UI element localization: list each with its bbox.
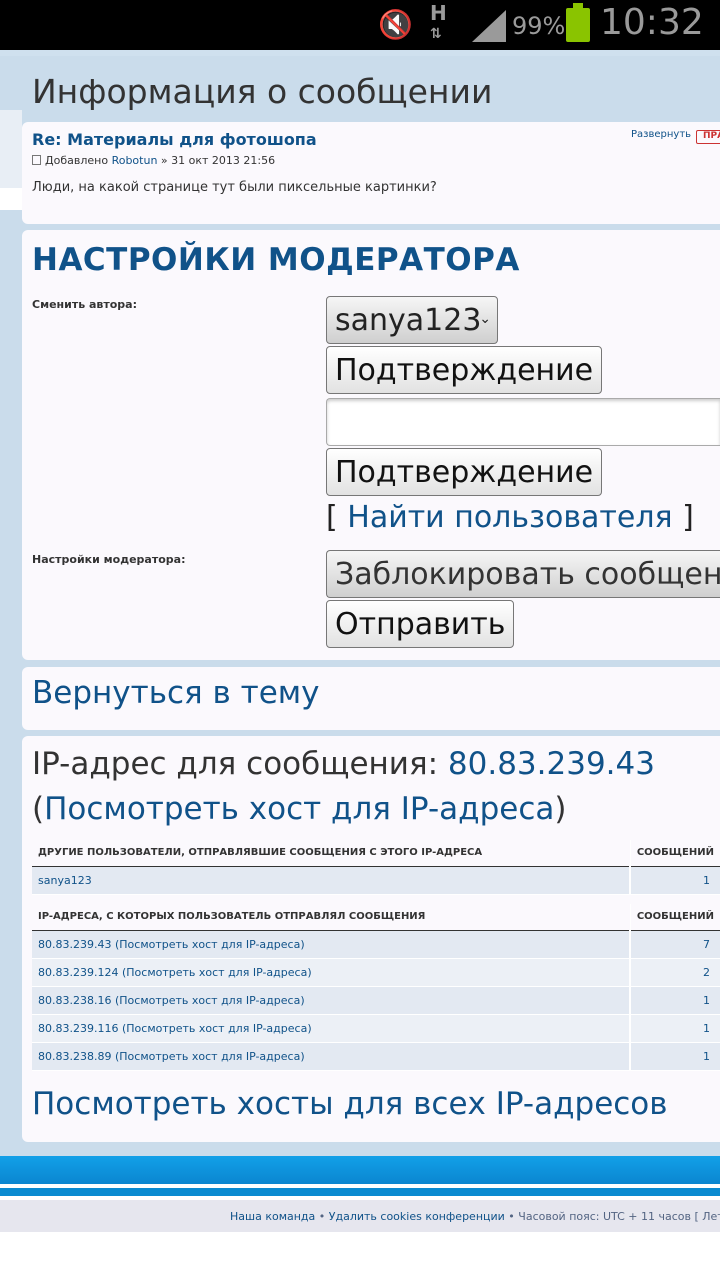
moderator-panel: НАСТРОЙКИ МОДЕРАТОРА Сменить автора: san… [22, 230, 720, 660]
clock: 10:32 [600, 2, 704, 43]
post-count: 1 [629, 986, 720, 1015]
ip-title: IP-адрес для сообщения: 80.83.239.43 (По… [32, 746, 655, 827]
battery-icon [566, 3, 590, 42]
table-row: 80.83.239.116 (Посмотреть хост для IP-ад… [32, 1014, 720, 1043]
expand-link[interactable]: Развернуть [631, 129, 691, 140]
delete-cookies-link[interactable]: Удалить cookies конференции [329, 1210, 505, 1223]
network-type-icon: H ⇅ [430, 1, 447, 42]
post-icon [32, 155, 41, 165]
post-date: » 31 окт 2013 21:56 [160, 154, 276, 167]
mute-icon: 🔇 [378, 8, 413, 41]
post-count: 1 [629, 866, 720, 895]
chevron-down-icon: ⌄ [479, 311, 491, 327]
page-title: Информация о сообщении [32, 72, 493, 111]
other-users-header: Другие пользователи, отправлявшие сообще… [32, 840, 631, 867]
table-row: 80.83.239.43 (Посмотреть хост для IP-адр… [32, 930, 720, 959]
ip-link[interactable]: 80.83.238.89 (Посмотреть хост для IP-адр… [32, 1042, 631, 1071]
submit-button[interactable]: Отправить [326, 600, 515, 648]
username-input[interactable] [326, 398, 720, 446]
post-count: 7 [629, 930, 720, 959]
signal-icon [472, 10, 506, 42]
moderator-heading: НАСТРОЙКИ МОДЕРАТОРА [32, 242, 520, 278]
table-row: 80.83.238.89 (Посмотреть хост для IP-адр… [32, 1042, 720, 1071]
added-label: Добавлено [45, 154, 109, 167]
mod-options-label: Настройки модератора: [32, 553, 186, 566]
post-count: 1 [629, 1042, 720, 1071]
user-link[interactable]: sanya123 [32, 866, 631, 895]
table-row: sanya123 1 [32, 866, 720, 895]
find-user: [ Найти пользователя ] [326, 500, 694, 535]
ip-list-header: IP-адреса, с которых пользователь отправ… [32, 904, 631, 931]
ip-link[interactable]: 80.83.239.116 (Посмотреть хост для IP-ад… [32, 1014, 631, 1043]
ip-link[interactable]: 80.83.239.124 (Посмотреть хост для IP-ад… [32, 958, 631, 987]
count-header: Сообщений [629, 840, 720, 867]
post-title-link[interactable]: Re: Материалы для фотошопа [32, 130, 317, 149]
author-select[interactable]: sanya123 ⌄ [326, 296, 498, 344]
author-link[interactable]: Robotun [112, 154, 158, 167]
post-body: Люди, на какой странице тут были пиксель… [32, 180, 437, 195]
team-link[interactable]: Наша команда [230, 1210, 315, 1223]
other-users-table: Другие пользователи, отправлявшие сообще… [32, 840, 720, 895]
post-meta: Добавлено Robotun » 31 окт 2013 21:56 [32, 154, 275, 167]
table-row: 80.83.238.16 (Посмотреть хост для IP-адр… [32, 986, 720, 1015]
change-author-label: Сменить автора: [32, 298, 138, 311]
confirm-username-button[interactable]: Подтверждение [326, 448, 603, 496]
mod-action-select[interactable]: Заблокировать сообщение [326, 550, 720, 598]
report-button[interactable]: ПРА [696, 130, 720, 144]
table-row: 80.83.239.124 (Посмотреть хост для IP-ад… [32, 958, 720, 987]
view-host-link[interactable]: Посмотреть хост для IP-адреса [44, 791, 554, 827]
ip-address-link[interactable]: 80.83.239.43 [448, 746, 655, 782]
count-header: Сообщений [629, 904, 720, 931]
footer-line [0, 1188, 720, 1196]
post-count: 2 [629, 958, 720, 987]
post-panel: Re: Материалы для фотошопа Развернуть ПР… [22, 122, 720, 224]
post-count: 1 [629, 1014, 720, 1043]
timezone-text: • Часовой пояс: UTC + 11 часов [ Летнее [508, 1210, 720, 1223]
side-strip-gap [0, 188, 22, 210]
status-bar: 🔇 H ⇅ 99% 10:32 [0, 0, 720, 50]
battery-percent: 99% [512, 12, 566, 40]
back-to-topic-link[interactable]: Вернуться в тему [32, 675, 320, 711]
ip-list-table: IP-адреса, с которых пользователь отправ… [32, 904, 720, 1071]
ip-link[interactable]: 80.83.239.43 (Посмотреть хост для IP-адр… [32, 930, 631, 959]
footer-navbar [0, 1156, 720, 1184]
back-panel: Вернуться в тему [22, 667, 720, 730]
ip-link[interactable]: 80.83.238.16 (Посмотреть хост для IP-адр… [32, 986, 631, 1015]
view-all-hosts-link[interactable]: Посмотреть хосты для всех IP-адресов [32, 1086, 668, 1122]
find-user-link[interactable]: Найти пользователя [347, 500, 672, 535]
confirm-author-button[interactable]: Подтверждение [326, 346, 603, 394]
footer: Наша команда • Удалить cookies конференц… [0, 1200, 720, 1232]
ip-panel: IP-адрес для сообщения: 80.83.239.43 (По… [22, 736, 720, 1142]
